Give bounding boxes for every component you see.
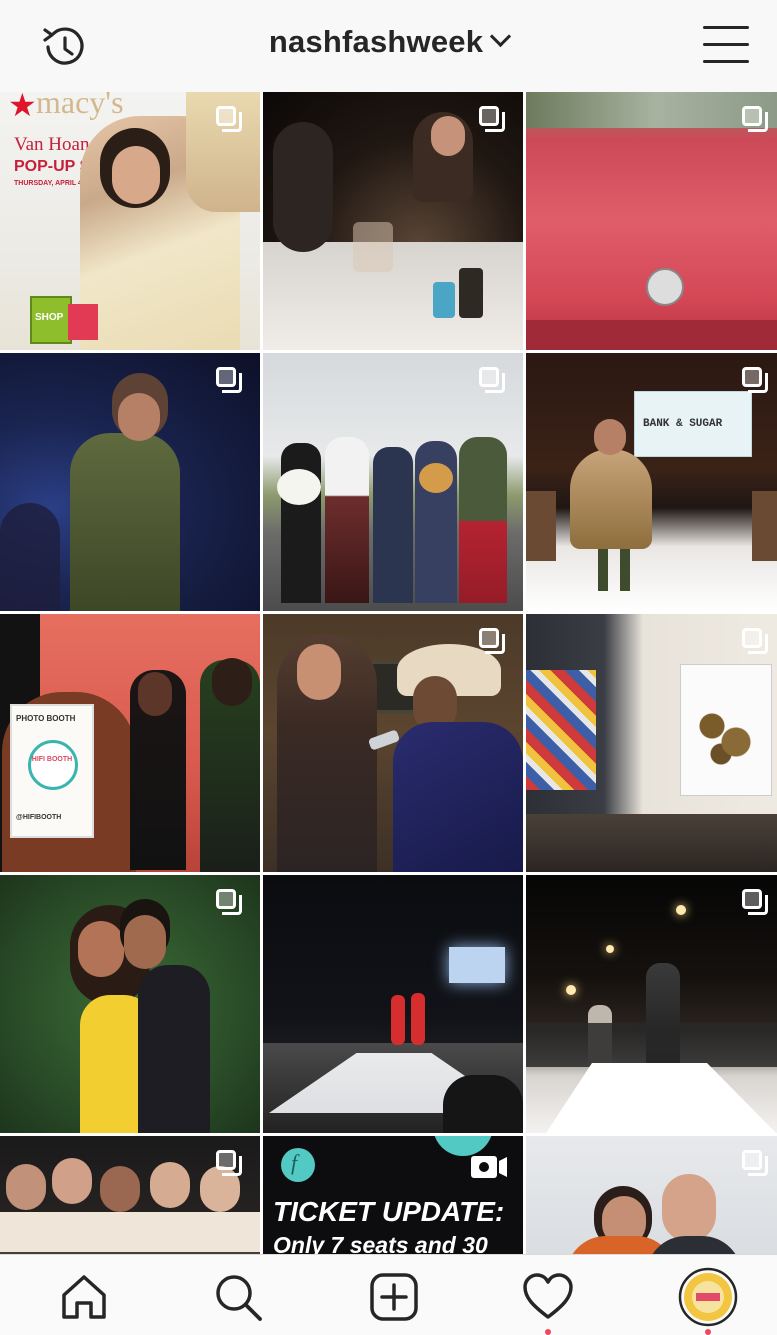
shop-bag-icon: SHOP: [30, 296, 72, 344]
post-thumbnail[interactable]: [263, 353, 523, 611]
post-thumbnail[interactable]: ★ macy's Van Hoang POP-UP SHOP THURSDAY,…: [0, 92, 260, 350]
profile-notification-dot: [705, 1329, 711, 1335]
post-thumbnail[interactable]: [263, 614, 523, 872]
multiple-photos-icon: [479, 106, 505, 132]
multiple-photos-icon: [742, 367, 768, 393]
post-thumbnail[interactable]: [263, 92, 523, 350]
macys-logo: macy's: [36, 92, 124, 120]
booth-title: PHOTO BOOTH: [16, 714, 76, 723]
multiple-photos-icon: [216, 1150, 242, 1176]
booth-handle: @HIFIBOOTH: [16, 814, 62, 821]
post-thumbnail[interactable]: [0, 353, 260, 611]
multiple-photos-icon: [742, 889, 768, 915]
post-thumbnail[interactable]: PHOTO BOOTH HIFI BOOTH @HIFIBOOTH: [0, 614, 260, 872]
post-thumbnail[interactable]: [526, 875, 777, 1133]
post-thumbnail[interactable]: [0, 875, 260, 1133]
multiple-photos-icon: [479, 628, 505, 654]
bottom-tab-bar: [0, 1254, 777, 1335]
profile-avatar[interactable]: [678, 1267, 738, 1327]
menu-icon[interactable]: [703, 24, 749, 66]
multiple-photos-icon: [742, 106, 768, 132]
brand-sign: BANK & SUGAR: [634, 391, 752, 457]
multiple-photos-icon: [742, 628, 768, 654]
search-icon[interactable]: [210, 1269, 266, 1325]
multiple-photos-icon: [216, 367, 242, 393]
booth-logo: HIFI BOOTH: [31, 756, 73, 763]
post-thumbnail[interactable]: [263, 875, 523, 1133]
post-thumbnail[interactable]: [526, 1136, 777, 1254]
post-thumbnail[interactable]: f TICKET UPDATE: Only 7 seats and 30: [263, 1136, 523, 1254]
post-thumbnail[interactable]: [526, 92, 777, 350]
post-thumbnail[interactable]: [0, 1136, 260, 1254]
multiple-photos-icon: [216, 106, 242, 132]
multiple-photos-icon: [479, 367, 505, 393]
multiple-photos-icon: [216, 889, 242, 915]
home-icon[interactable]: [56, 1269, 112, 1325]
top-bar: nashfashweek: [0, 0, 777, 92]
post-thumbnail[interactable]: BANK & SUGAR: [526, 353, 777, 611]
multiple-photos-icon: [742, 1150, 768, 1176]
add-post-icon[interactable]: [366, 1269, 422, 1325]
username-label: nashfashweek: [268, 24, 484, 59]
ticket-update-subtitle: Only 7 seats and 30: [273, 1232, 488, 1254]
activity-notification-dot: [545, 1329, 551, 1335]
username-switcher[interactable]: nashfashweek: [0, 24, 777, 60]
ticket-update-title: TICKET UPDATE:: [273, 1196, 505, 1227]
video-icon: [469, 1152, 509, 1182]
post-thumbnail[interactable]: [526, 614, 777, 872]
chevron-down-icon: [490, 25, 512, 48]
heart-icon[interactable]: [520, 1269, 576, 1325]
post-grid: ★ macy's Van Hoang POP-UP SHOP THURSDAY,…: [0, 92, 777, 1254]
